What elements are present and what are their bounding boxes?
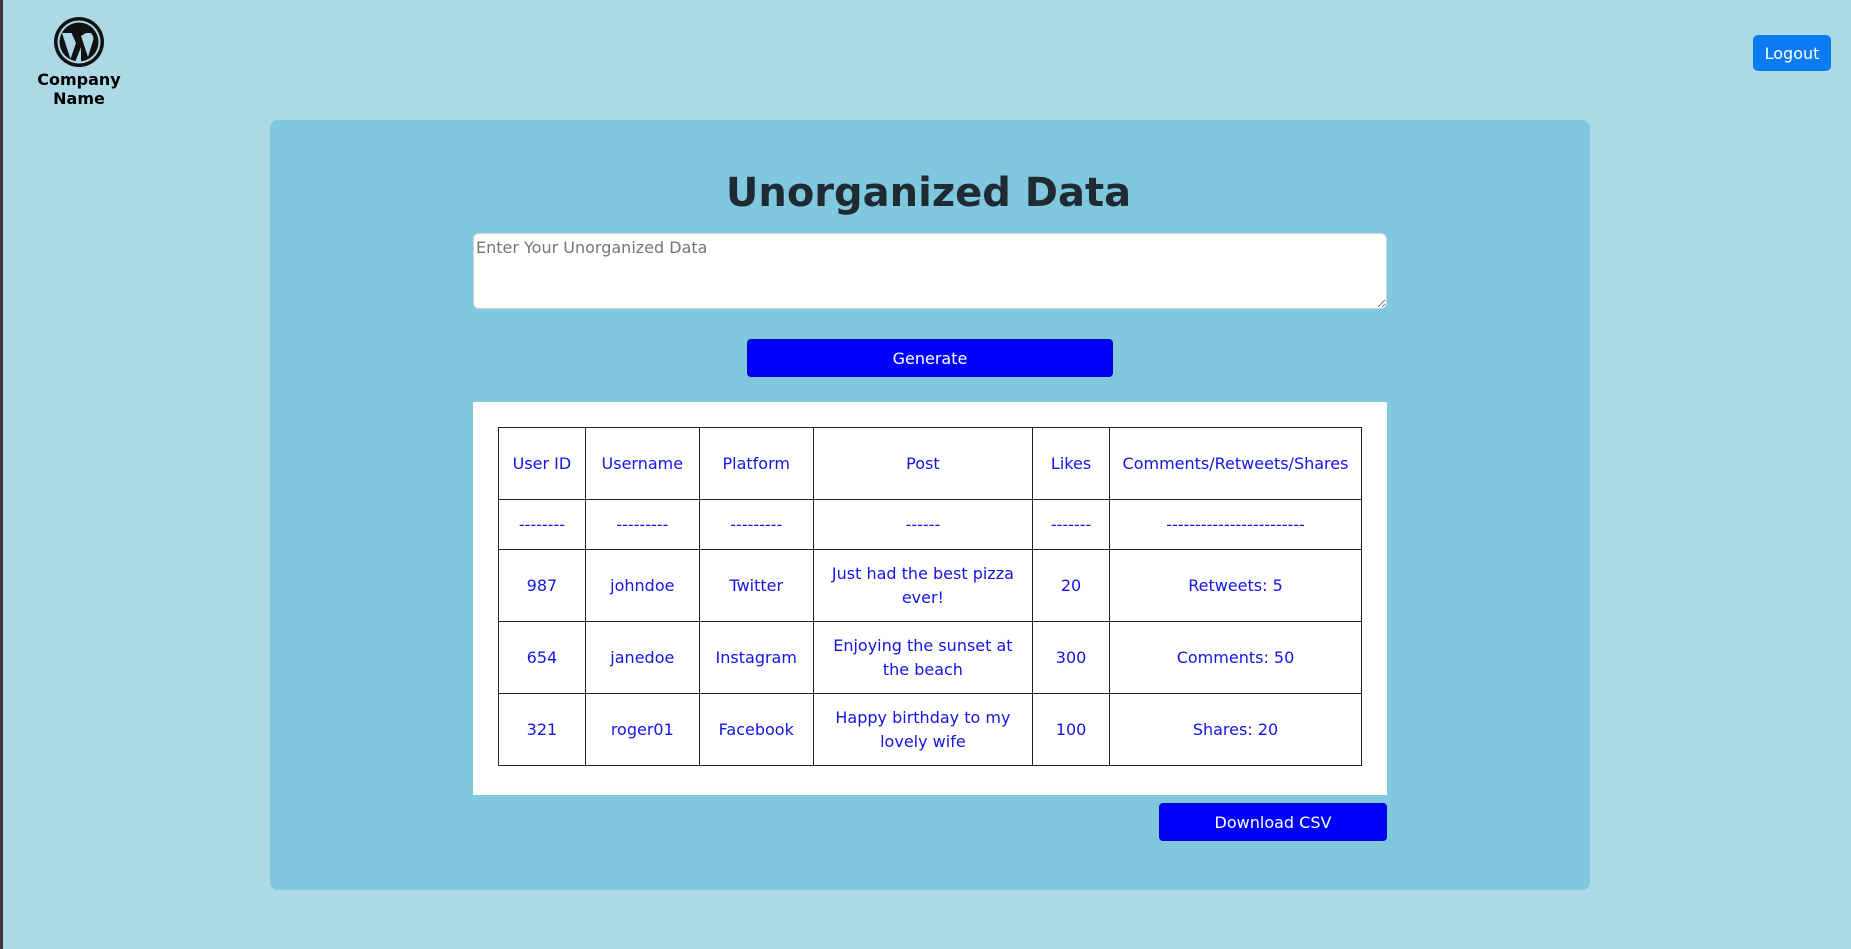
table-cell: 321 <box>498 693 586 766</box>
download-csv-button[interactable]: Download CSV <box>1159 803 1387 841</box>
results-panel: User ID Username Platform Post Likes Com… <box>473 402 1387 795</box>
table-cell: Happy birthday to my lovely wife <box>812 693 1034 766</box>
header-post: Post <box>812 427 1034 500</box>
table-cell: --------- <box>698 499 814 550</box>
table-cell: Twitter <box>698 549 814 622</box>
table-cell: 300 <box>1032 621 1110 694</box>
logout-button[interactable]: Logout <box>1753 35 1831 71</box>
table-separator-row: -------- --------- --------- ------ ----… <box>498 499 1362 550</box>
table-row: 654 janedoe Instagram Enjoying the sunse… <box>498 621 1362 694</box>
table-row: 987 johndoe Twitter Just had the best pi… <box>498 549 1362 622</box>
table-cell: ------- <box>1032 499 1110 550</box>
header-platform: Platform <box>698 427 814 500</box>
header-username: Username <box>584 427 700 500</box>
table-cell: ------ <box>812 499 1034 550</box>
table-cell: ------------------------ <box>1109 499 1362 550</box>
table-cell: --------- <box>584 499 700 550</box>
table-cell: 100 <box>1032 693 1110 766</box>
header-comments-retweets-shares: Comments/Retweets/Shares <box>1109 427 1362 500</box>
table-cell: Comments: 50 <box>1109 621 1362 694</box>
table-cell: Facebook <box>698 693 814 766</box>
results-table: User ID Username Platform Post Likes Com… <box>498 427 1362 766</box>
page-title: Unorganized Data <box>725 170 1132 216</box>
table-cell: 20 <box>1032 549 1110 622</box>
table-cell: Enjoying the sunset at the beach <box>812 621 1034 694</box>
unorganized-data-input[interactable] <box>473 233 1387 309</box>
table-cell: Instagram <box>698 621 814 694</box>
table-cell: -------- <box>498 499 586 550</box>
table-cell: roger01 <box>584 693 700 766</box>
table-cell: 654 <box>498 621 586 694</box>
table-row: 321 roger01 Facebook Happy birthday to m… <box>498 693 1362 766</box>
company-brand[interactable]: Company Name <box>19 16 139 108</box>
header-user-id: User ID <box>498 427 586 500</box>
table-cell: Shares: 20 <box>1109 693 1362 766</box>
wordpress-logo-icon <box>54 17 104 67</box>
table-cell: Just had the best pizza ever! <box>812 549 1034 622</box>
table-cell: johndoe <box>584 549 700 622</box>
table-cell: janedoe <box>584 621 700 694</box>
generate-button[interactable]: Generate <box>747 339 1113 377</box>
company-name: Company Name <box>37 70 121 108</box>
header-likes: Likes <box>1032 427 1110 500</box>
table-header-row: User ID Username Platform Post Likes Com… <box>498 427 1362 500</box>
table-cell: Retweets: 5 <box>1109 549 1362 622</box>
table-cell: 987 <box>498 549 586 622</box>
